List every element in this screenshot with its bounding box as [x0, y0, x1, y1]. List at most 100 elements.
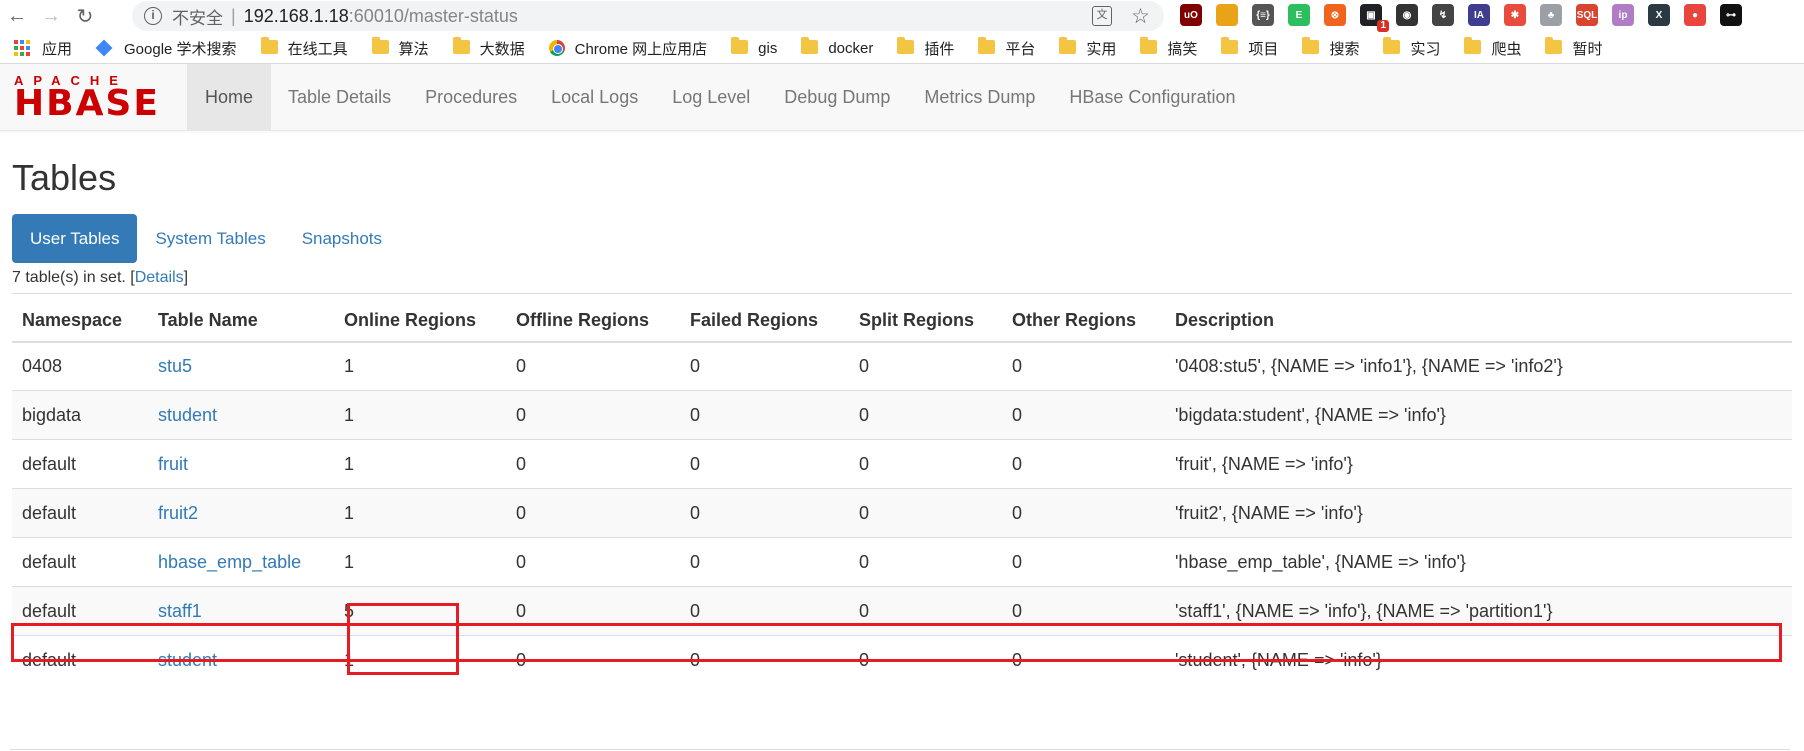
back-arrow-icon[interactable]: ←	[0, 0, 34, 33]
bookmark-item[interactable]: 插件	[897, 37, 955, 59]
bookmark-item[interactable]: 暂时	[1545, 37, 1603, 59]
details-link[interactable]: Details	[135, 269, 184, 286]
folder-icon	[731, 37, 749, 54]
table-name-link[interactable]: stu5	[158, 356, 192, 376]
hbase-navbar: APACHE HBASE Home Table Details Procedures…	[0, 64, 1804, 131]
info-icon[interactable]: i	[144, 7, 162, 25]
table-cell: student	[148, 390, 334, 440]
folder-icon	[1140, 37, 1158, 54]
column-header: Failed Regions	[680, 293, 849, 343]
key-ext-icon[interactable]: ⊶	[1720, 4, 1742, 26]
bookmark-label: Chrome 网上应用店	[574, 40, 708, 58]
nav-item-local-logs[interactable]: Local Logs	[534, 64, 655, 130]
bookmark-star-icon[interactable]: ☆	[1131, 4, 1150, 29]
nav-item-home[interactable]: Home	[187, 64, 272, 130]
table-cell: 0	[849, 537, 1002, 587]
reload-icon[interactable]: ↻	[68, 0, 102, 33]
table-count: 7 table(s) in set. [Details]	[12, 269, 1792, 293]
table-cell: 'fruit2', {NAME => 'info'}	[1165, 488, 1792, 538]
logo-hbase-text: HBASE	[14, 83, 160, 124]
sql-ext-icon[interactable]: SQL	[1576, 4, 1598, 26]
bookmark-item[interactable]: Google 学术搜索	[95, 38, 237, 59]
column-header: Other Regions	[1002, 293, 1165, 343]
table-name-link[interactable]: staff1	[158, 601, 202, 621]
bookmark-label: 在线工具	[287, 40, 348, 58]
x-ext-icon[interactable]: X	[1648, 4, 1670, 26]
orange-ext-icon[interactable]: ⊗	[1324, 4, 1346, 26]
notification-badge: 1	[1377, 20, 1389, 32]
tree-ext-icon[interactable]: ♣	[1540, 4, 1562, 26]
column-header: Split Regions	[849, 293, 1002, 343]
json-icon[interactable]: {≡}	[1252, 4, 1274, 26]
address-bar[interactable]: i 不安全 | 192.168.1.18:60010/master-status…	[132, 1, 1164, 31]
table-name-link[interactable]: hbase_emp_table	[158, 552, 301, 572]
nav-item-procedures[interactable]: Procedures	[408, 64, 534, 130]
google-scholar-icon	[95, 39, 113, 57]
bookmark-item[interactable]: 搞笑	[1140, 37, 1197, 59]
bookmark-label: docker	[828, 39, 874, 57]
table-cell: '0408:stu5', {NAME => 'info1'}, {NAME =>…	[1165, 341, 1792, 391]
bookmark-item[interactable]: 实习	[1383, 37, 1440, 59]
tab-system-tables[interactable]: System Tables	[137, 214, 283, 263]
table-cell: 0	[849, 439, 1002, 489]
highlight-row-annotation	[11, 623, 1782, 662]
nav-item-table-details[interactable]: Table Details	[271, 64, 408, 130]
table-cell: 0	[849, 390, 1002, 440]
mask-ext-icon[interactable]: ◉	[1396, 4, 1418, 26]
folder-icon	[897, 37, 915, 54]
nav-menu: Home Table Details Procedures Local Logs Log…	[187, 64, 1252, 130]
bookmark-item[interactable]: docker	[801, 37, 874, 57]
nav-item-debug-dump[interactable]: Debug Dump	[767, 64, 907, 130]
table-cell: 1	[334, 537, 506, 587]
bookmark-label: 平台	[1005, 40, 1036, 58]
purple-ext-icon[interactable]: ip	[1612, 4, 1634, 26]
bookmark-item[interactable]: 项目	[1221, 37, 1278, 59]
folder-icon	[1221, 37, 1239, 54]
table-name-link[interactable]: fruit	[158, 454, 188, 474]
bookmark-item[interactable]: 搜索	[1302, 37, 1359, 59]
nav-item-hbase-configuration[interactable]: HBase Configuration	[1052, 64, 1252, 130]
table-cell: 0	[506, 439, 680, 489]
bookmark-label: gis	[758, 39, 778, 57]
table-row: default fruit2 1 0 0 0 0'fruit2', {NAME => 'in…	[12, 488, 1792, 538]
ia-ext-icon[interactable]: IA	[1468, 4, 1490, 26]
bookmark-item[interactable]: gis	[731, 37, 778, 57]
bookmark-item[interactable]: 平台	[978, 37, 1036, 59]
proxy-ext-icon[interactable]: ↯	[1432, 4, 1454, 26]
table-name-link[interactable]: student	[158, 405, 217, 425]
table-cell: 'bigdata:student', {NAME => 'info'}	[1165, 390, 1792, 440]
chrome-ring-icon[interactable]	[1216, 4, 1238, 26]
nav-item-log-level[interactable]: Log Level	[655, 64, 767, 130]
bookmark-item[interactable]: 算法	[371, 37, 429, 59]
bookmark-label: 插件	[924, 40, 955, 58]
column-header: Online Regions	[334, 293, 506, 343]
table-cell: default	[12, 488, 148, 538]
table-row: default hbase_emp_table 1 0 0 0 0'hbase_emp_ta…	[12, 537, 1792, 587]
colorful-ext-icon[interactable]: ✱	[1504, 4, 1526, 26]
table-cell: 0408	[12, 341, 148, 391]
forward-arrow-icon[interactable]: →	[34, 0, 68, 33]
table-cell: 'fruit', {NAME => 'info'}	[1165, 439, 1792, 489]
extension-icons: uO {≡} E ⊗ ▣ 1 ◉ ↯ IA ✱ ♣ SQL ip X ● ⊶	[1180, 4, 1742, 32]
table-name-link[interactable]: fruit2	[158, 503, 198, 523]
tab-user-tables[interactable]: User Tables	[12, 214, 138, 263]
bookmark-item[interactable]: Chrome 网上应用店	[548, 38, 708, 59]
bookmark-item[interactable]: 大数据	[452, 37, 525, 59]
badge-ext-icon[interactable]: ▣ 1	[1360, 4, 1389, 32]
table-cell: 0	[1002, 537, 1165, 587]
pin-ext-icon[interactable]: ●	[1684, 4, 1706, 26]
nav-item-metrics-dump[interactable]: Metrics Dump	[907, 64, 1052, 130]
tab-snapshots[interactable]: Snapshots	[284, 214, 400, 263]
bookmark-item[interactable]: 爬虫	[1464, 37, 1521, 59]
bookmark-label: 应用	[42, 40, 73, 58]
bookmark-item[interactable]: 实用	[1059, 37, 1116, 59]
url-host: 192.168.1.18	[243, 5, 349, 26]
bookmark-item[interactable]: 在线工具	[260, 37, 348, 59]
hbase-logo[interactable]: APACHE HBASE	[0, 64, 187, 130]
evernote-icon[interactable]: E	[1288, 4, 1310, 26]
ublock-icon[interactable]: uO	[1180, 4, 1202, 26]
highlight-cell-annotation	[347, 603, 459, 675]
translate-icon[interactable]: 文	[1092, 6, 1112, 26]
bookmark-item[interactable]: 应用	[14, 38, 72, 59]
table-cell: 0	[680, 341, 849, 391]
